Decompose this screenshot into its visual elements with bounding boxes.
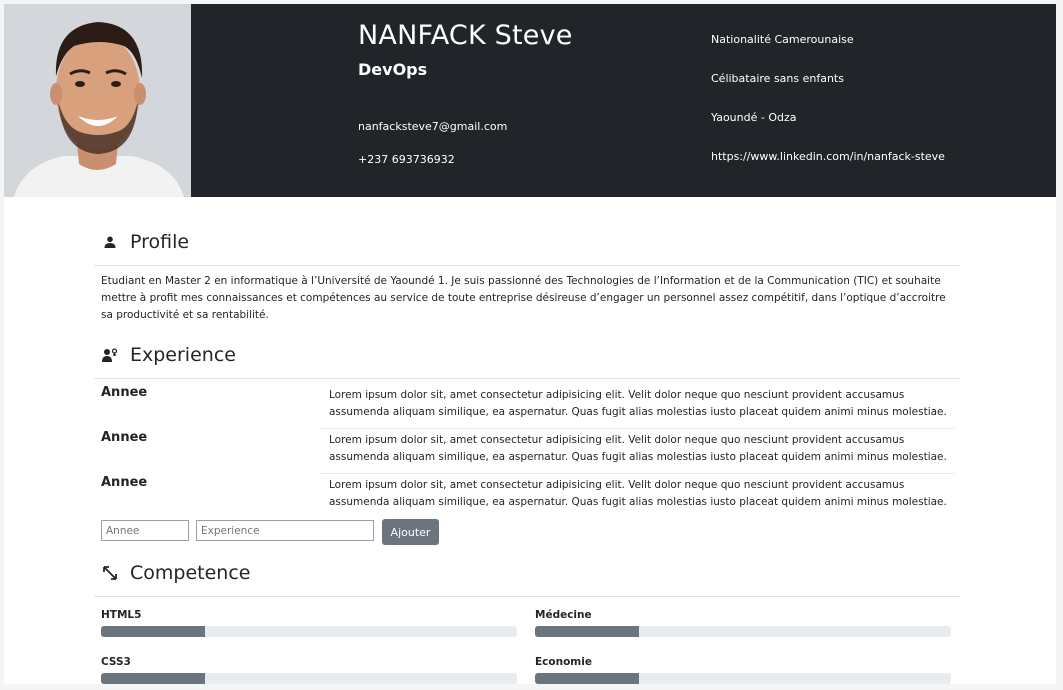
arrows-diagonal-icon <box>102 565 118 581</box>
experience-year: Annee <box>101 475 148 490</box>
skill-progress-bar <box>101 673 517 684</box>
avatar <box>4 4 191 197</box>
year-input[interactable] <box>101 520 189 541</box>
skill-progress-fill <box>535 626 639 637</box>
profile-photo <box>4 4 191 197</box>
skill-item: Economie <box>535 656 951 684</box>
email-link[interactable]: nanfacksteve7@gmail.com <box>358 120 507 133</box>
divider <box>319 428 955 429</box>
divider <box>94 265 960 266</box>
add-experience-button[interactable]: Ajouter <box>382 519 439 545</box>
skill-item: Médecine <box>535 609 951 637</box>
experience-year: Annee <box>101 385 148 400</box>
competence-title: Competence <box>130 562 251 584</box>
cv-page: NANFACK Steve DevOps nanfacksteve7@gmail… <box>4 4 1056 684</box>
skill-progress-fill <box>101 626 205 637</box>
linkedin-link[interactable]: https://www.linkedin.com/in/nanfack-stev… <box>711 150 945 163</box>
user-graduate-icon <box>102 347 118 363</box>
location-text: Yaoundé - Odza <box>711 111 797 124</box>
experience-description: Lorem ipsum dolor sit, amet consectetur … <box>329 434 947 463</box>
candidate-role: DevOps <box>358 60 428 79</box>
phone-number: +237 693736932 <box>358 153 455 166</box>
skill-progress-fill <box>535 673 639 684</box>
divider <box>94 378 960 379</box>
profile-title: Profile <box>130 231 190 253</box>
skill-item: HTML5 <box>101 609 517 637</box>
skill-progress-fill <box>101 673 205 684</box>
experience-description: Lorem ipsum dolor sit, amet consectetur … <box>329 389 947 418</box>
skill-progress-bar <box>101 626 517 637</box>
skill-item: CSS3 <box>101 656 517 684</box>
divider <box>319 473 955 474</box>
skill-name: CSS3 <box>101 656 131 668</box>
skill-name: HTML5 <box>101 609 142 621</box>
nationality-text: Nationalité Camerounaise <box>711 33 854 46</box>
experience-section-title: Experience <box>102 344 236 366</box>
experience-title: Experience <box>130 344 236 366</box>
skill-name: Economie <box>535 656 592 668</box>
skill-progress-bar <box>535 626 951 637</box>
experience-description: Lorem ipsum dolor sit, amet consectetur … <box>329 479 947 508</box>
skill-progress-bar <box>535 673 951 684</box>
skill-name: Médecine <box>535 609 592 621</box>
experience-input[interactable] <box>196 520 374 541</box>
cv-header: NANFACK Steve DevOps nanfacksteve7@gmail… <box>4 4 1056 197</box>
divider <box>94 596 960 597</box>
person-icon <box>102 234 118 250</box>
profile-description: Etudiant en Master 2 en informatique à l… <box>101 275 946 321</box>
marital-status-text: Célibataire sans enfants <box>711 72 844 85</box>
experience-year: Annee <box>101 430 148 445</box>
competence-section-title: Competence <box>102 562 250 584</box>
profile-section-title: Profile <box>102 231 189 253</box>
candidate-name: NANFACK Steve <box>358 20 573 51</box>
